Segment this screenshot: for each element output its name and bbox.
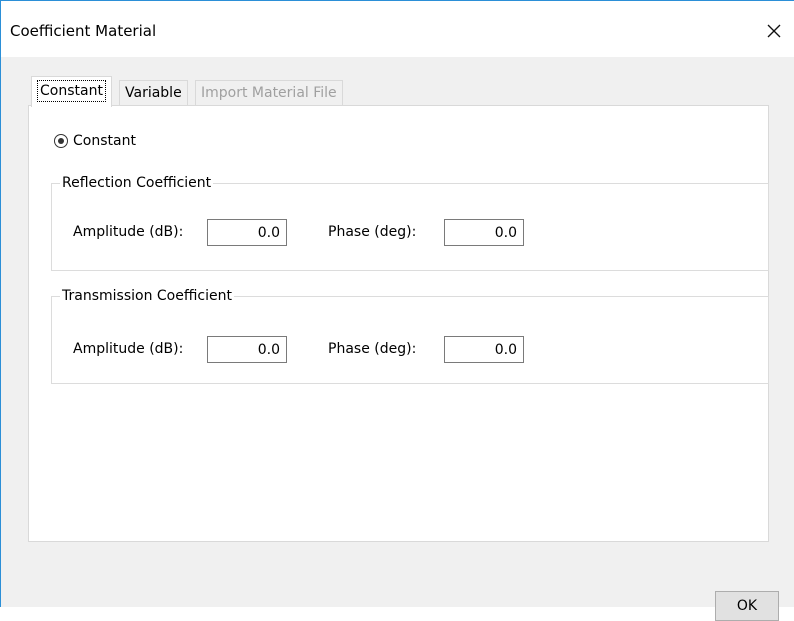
reflection-amplitude-input[interactable] <box>207 219 287 246</box>
transmission-phase-label: Phase (deg): <box>328 341 417 357</box>
reflection-phase-input[interactable] <box>444 219 524 246</box>
window-title: Coefficient Material <box>10 22 157 40</box>
tab-variable-label: Variable <box>125 85 182 101</box>
transmission-amplitude-label: Amplitude (dB): <box>73 341 184 357</box>
constant-radio-label: Constant <box>73 133 136 149</box>
transmission-coefficient-group: Transmission Coefficient Amplitude (dB):… <box>51 287 769 384</box>
tab-constant[interactable]: Constant <box>31 76 112 107</box>
tab-variable[interactable]: Variable <box>119 80 188 106</box>
tab-constant-label: Constant <box>37 80 106 102</box>
tab-strip: Constant Variable Import Material File <box>28 76 768 107</box>
tab-import-material-file[interactable]: Import Material File <box>195 80 343 106</box>
reflection-phase-label: Phase (deg): <box>328 224 417 240</box>
reflection-group-title: Reflection Coefficient <box>60 174 214 192</box>
reflection-coefficient-group: Reflection Coefficient Amplitude (dB): P… <box>51 174 769 271</box>
tab-import-label: Import Material File <box>201 85 337 101</box>
transmission-group-title: Transmission Coefficient <box>60 287 234 305</box>
transmission-phase-input[interactable] <box>444 336 524 363</box>
close-button[interactable] <box>754 11 794 51</box>
close-icon <box>767 24 781 38</box>
tab-panel-constant: Constant Reflection Coefficient Amplitud… <box>28 105 769 542</box>
constant-radio[interactable]: Constant <box>54 133 136 149</box>
dialog-window: Coefficient Material Constant Variable I… <box>0 0 794 621</box>
reflection-amplitude-label: Amplitude (dB): <box>73 224 184 240</box>
title-bar: Coefficient Material <box>1 1 794 57</box>
ok-button[interactable]: OK <box>715 591 779 621</box>
transmission-amplitude-input[interactable] <box>207 336 287 363</box>
radio-selected-icon[interactable] <box>54 134 68 148</box>
